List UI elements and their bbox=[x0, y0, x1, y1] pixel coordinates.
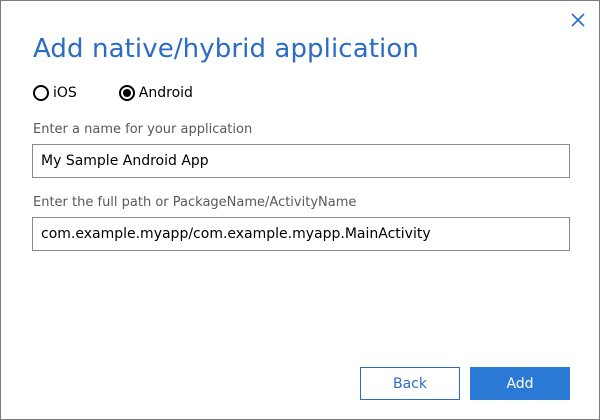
ios-radio-button[interactable] bbox=[33, 85, 49, 101]
android-radio-option[interactable]: Android bbox=[118, 85, 193, 101]
radio-selected-dot bbox=[122, 89, 131, 97]
package-path-label: Enter the full path or PackageName/Activ… bbox=[33, 195, 357, 210]
ios-radio-label[interactable]: iOS bbox=[53, 85, 77, 101]
add-application-dialog: Add native/hybrid application iOS Androi… bbox=[0, 0, 600, 420]
dialog-title: Add native/hybrid application bbox=[33, 34, 419, 64]
add-button[interactable]: Add bbox=[470, 367, 570, 400]
back-button[interactable]: Back bbox=[360, 367, 460, 400]
app-name-input[interactable] bbox=[32, 144, 570, 178]
package-path-input[interactable] bbox=[32, 217, 570, 251]
close-icon bbox=[571, 13, 585, 27]
platform-radio-group: iOS Android bbox=[33, 85, 235, 101]
ios-radio-option[interactable]: iOS bbox=[33, 85, 77, 101]
android-radio-label[interactable]: Android bbox=[139, 85, 193, 101]
app-name-label: Enter a name for your application bbox=[33, 122, 253, 137]
close-button[interactable] bbox=[569, 11, 587, 29]
android-radio-button[interactable] bbox=[118, 85, 135, 101]
